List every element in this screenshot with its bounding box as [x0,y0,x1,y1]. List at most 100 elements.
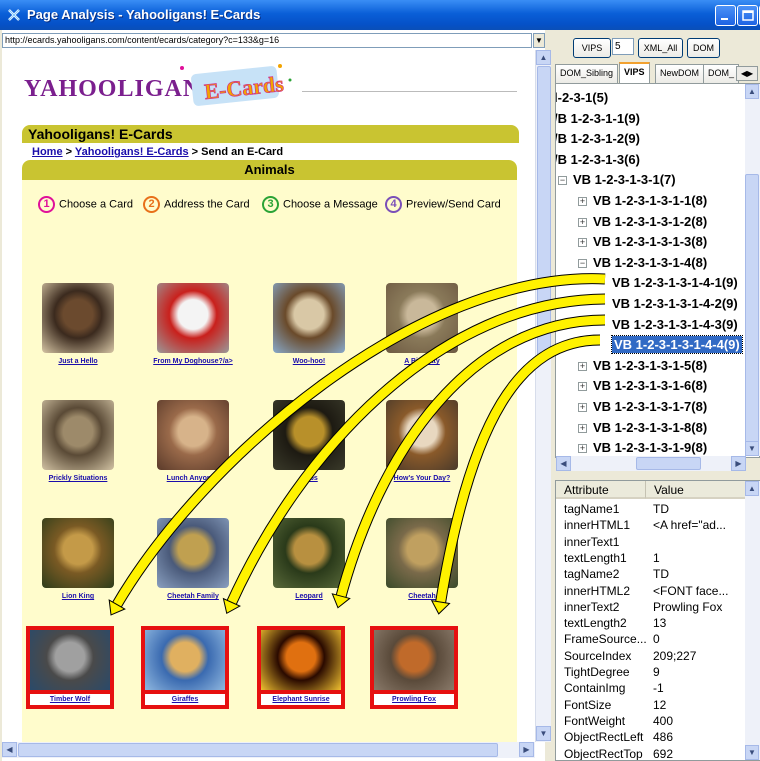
tree-node[interactable]: + VB 1-2-3-1-3-1-8(8) [578,417,707,438]
ecard-thumbnail[interactable] [386,518,458,588]
ecard-item[interactable]: Timber Wolf [26,626,114,709]
ecard-caption-link[interactable]: Leopard [265,593,353,600]
ecard-item[interactable]: Leopard [265,518,353,600]
scroll-up-button[interactable]: ▲ [536,50,551,65]
tree-node[interactable]: /B 1-2-3-1-1(9) [556,108,640,129]
ecard-caption-link[interactable]: Timber Wolf [30,694,110,705]
tab-vips[interactable]: VIPS [619,62,650,83]
value-column-header[interactable]: Value [646,481,746,499]
ecard-caption-link[interactable]: Cubs [265,475,353,482]
tree-node[interactable]: + VB 1-2-3-1-3-1-5(8) [578,355,707,376]
tree-node-label[interactable]: /B 1-2-3-1-1(9) [556,111,640,126]
ecard-caption-link[interactable]: Prickly Situations [34,475,122,482]
property-row[interactable]: FontWeight 400 [556,713,759,730]
page-vertical-scrollbar[interactable]: ▲ ▼ [535,50,551,742]
ecard-caption-link[interactable]: From My Doghouse?/a> [149,358,237,365]
expand-icon[interactable]: + [578,444,587,454]
ecard-thumbnail[interactable] [386,283,458,353]
ecard-item[interactable]: Lunch Anyone? [149,400,237,482]
ecard-caption-link[interactable]: A Bit Catty [378,358,466,365]
ecard-caption-link[interactable]: Just a Hello [34,358,122,365]
property-row[interactable]: SourceIndex 209;227 [556,648,759,665]
title-bar[interactable]: Page Analysis - Yahooligans! E-Cards [0,0,760,30]
expand-icon[interactable]: + [578,238,587,248]
tree-node-label[interactable]: VB 1-2-3-1-3-1-3(8) [593,234,707,249]
ecard-item[interactable]: From My Doghouse?/a> [149,283,237,365]
property-row[interactable]: TightDegree 9 [556,664,759,681]
ecard-item[interactable]: A Bit Catty [378,283,466,365]
ecard-item[interactable]: How's Your Day? [378,400,466,482]
expand-icon[interactable]: + [578,197,587,207]
tree-node[interactable]: VB 1-2-3-1-3-1-4-4(9) [611,334,743,355]
tree-node[interactable]: + VB 1-2-3-1-3-1-3(8) [578,231,707,252]
ecard-item[interactable]: Woo-hoo! [265,283,353,365]
tree-horizontal-scrollbar[interactable]: ◀ ▶ [556,456,746,471]
ecard-caption-link[interactable]: Cheetah Family [149,593,237,600]
scroll-left-button[interactable]: ◀ [2,742,17,757]
ecard-caption-link[interactable]: Woo-hoo! [265,358,353,365]
expand-icon[interactable]: + [578,423,587,433]
ecard-item[interactable]: Prickly Situations [34,400,122,482]
tree-node-label[interactable]: /B 1-2-3-1-2(9) [556,131,640,146]
scroll-left-button[interactable]: ◀ [556,456,571,471]
ecard-caption-link[interactable]: Lunch Anyone? [149,475,237,482]
property-row[interactable]: innerHTML2 <FONT face... [556,583,759,600]
property-row[interactable]: ObjectRectLeft 486 [556,729,759,746]
ecard-caption-link[interactable]: Giraffes [145,694,225,705]
ecard-caption-link[interactable]: Elephant Sunrise [261,694,341,705]
tree-node[interactable]: /B 1-2-3-1-2(9) [556,128,640,149]
properties-vertical-scrollbar[interactable]: ▲ ▼ [745,481,760,760]
vips-level-input[interactable]: 5 [612,38,634,55]
ecard-caption-link[interactable]: Lion King [34,593,122,600]
property-row[interactable]: ObjectRectTop 692 [556,746,759,761]
ecard-thumbnail[interactable] [261,630,341,690]
ecard-thumbnail[interactable] [273,400,345,470]
scroll-thumb[interactable] [18,743,498,757]
tree-node[interactable]: l-2-3-1(5) [556,87,608,108]
tree-node[interactable]: − VB 1-2-3-1-3-1(7) [558,169,676,190]
scroll-right-button[interactable]: ▶ [519,742,534,757]
tree-node-label[interactable]: VB 1-2-3-1-3-1-8(8) [593,420,707,435]
maximize-button[interactable] [737,5,758,26]
tree-node-label[interactable]: VB 1-2-3-1-3-1-2(8) [593,214,707,229]
scroll-thumb[interactable] [537,66,551,356]
tree-node[interactable]: VB 1-2-3-1-3-1-4-1(9) [612,272,738,293]
tab-newdom[interactable]: NewDOM [655,64,705,83]
ecard-thumbnail[interactable] [157,283,229,353]
scroll-up-button[interactable]: ▲ [745,84,759,99]
ecard-item[interactable]: Lion King [34,518,122,600]
collapse-icon[interactable]: − [558,176,567,186]
ecard-item[interactable]: Elephant Sunrise [257,626,345,709]
tree-node-label[interactable]: VB 1-2-3-1-3-1-4-1(9) [612,275,738,290]
scroll-thumb[interactable] [745,174,759,444]
tree-node[interactable]: + VB 1-2-3-1-3-1-7(8) [578,396,707,417]
ecard-thumbnail[interactable] [157,400,229,470]
tree-node[interactable]: + VB 1-2-3-1-3-1-6(8) [578,375,707,396]
property-row[interactable]: FrameSource... 0 [556,631,759,648]
tree-node-label[interactable]: VB 1-2-3-1-3-1-6(8) [593,378,707,393]
attribute-column-header[interactable]: Attribute [556,481,646,499]
property-row[interactable]: textLength2 13 [556,615,759,632]
property-row[interactable]: innerHTML1 <A href="ad... [556,517,759,534]
tab-dom-sibling[interactable]: DOM_Sibling [555,64,619,83]
ecard-thumbnail[interactable] [30,630,110,690]
ecard-item[interactable]: Giraffes [141,626,229,709]
breadcrumb-section-link[interactable]: Yahooligans! E-Cards [75,146,189,158]
tree-node-label[interactable]: /B 1-2-3-1-3(6) [556,152,640,167]
tree-node-label[interactable]: VB 1-2-3-1-3-1-4-3(9) [612,317,738,332]
tree-node-label[interactable]: VB 1-2-3-1-3-1-1(8) [593,193,707,208]
page-horizontal-scrollbar[interactable]: ◀ ▶ [2,742,535,758]
tree-node-label[interactable]: VB 1-2-3-1-3-1-9(8) [593,440,707,455]
breadcrumb-home-link[interactable]: Home [32,146,63,158]
property-row[interactable]: innerText1 [556,534,759,551]
tree-node-label[interactable]: VB 1-2-3-1-3-1-4-2(9) [612,296,738,311]
ecard-item[interactable]: Cheetah [378,518,466,600]
scroll-down-button[interactable]: ▼ [745,441,759,456]
expand-icon[interactable]: + [578,217,587,227]
tree-vertical-scrollbar[interactable]: ▲ ▼ [745,84,760,456]
tree-node-label[interactable]: VB 1-2-3-1-3-1-4(8) [593,255,707,270]
ecard-thumbnail[interactable] [273,518,345,588]
url-field[interactable]: http://ecards.yahooligans.com/content/ec… [2,33,532,48]
expand-icon[interactable]: + [578,361,587,371]
property-row[interactable]: innerText2 Prowling Fox [556,599,759,616]
